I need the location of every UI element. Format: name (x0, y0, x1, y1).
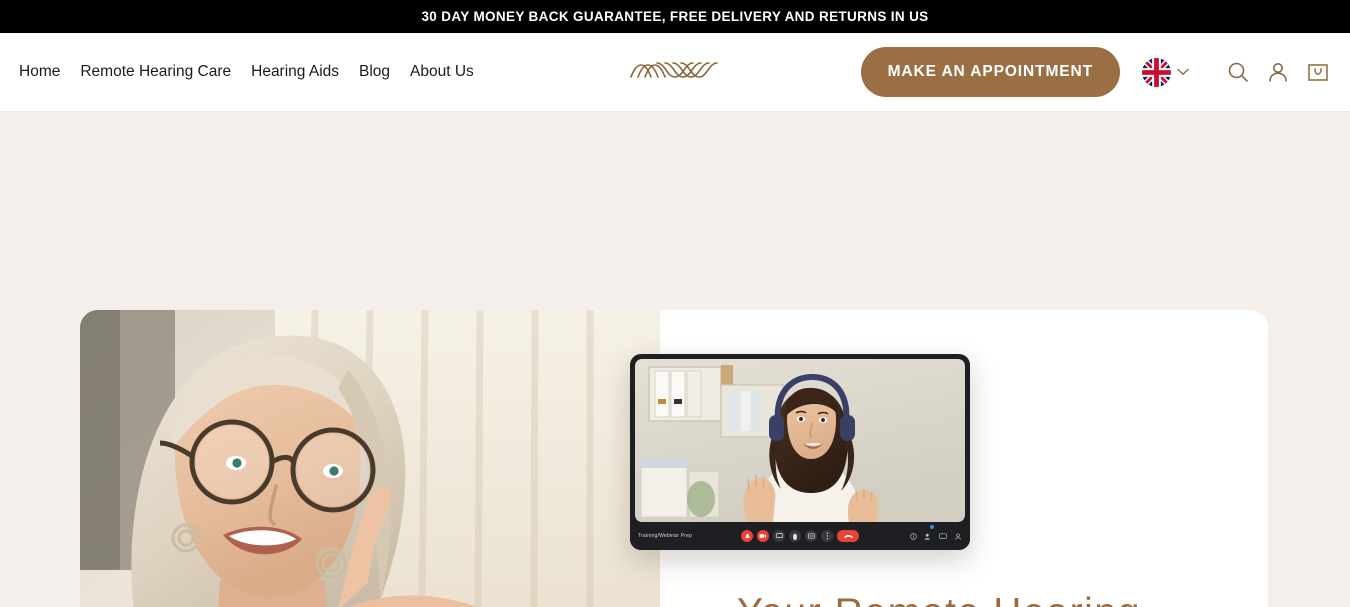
site-header: Home Remote Hearing Care Hearing Aids Bl… (0, 33, 1350, 112)
camera-off-button[interactable] (757, 530, 769, 542)
announcement-text: 30 DAY MONEY BACK GUARANTEE, FREE DELIVE… (421, 9, 929, 24)
video-call-toolbar: Training/Webinar Prep (630, 522, 970, 550)
video-call-mockup: Training/Webinar Prep (630, 354, 970, 550)
hero-text-block: Your Remote Hearing Care Provider Hearin… (737, 592, 1257, 607)
participants-icon[interactable] (924, 525, 934, 545)
video-call-right-icons (910, 525, 962, 545)
nav-item-blog[interactable]: Blog (359, 63, 390, 81)
account-icon[interactable] (1263, 57, 1293, 87)
end-call-button[interactable] (837, 530, 859, 542)
participants-badge (930, 525, 934, 529)
chevron-down-icon (1177, 68, 1189, 75)
hero-photo (80, 310, 660, 607)
captions-button[interactable] (805, 530, 817, 542)
activities-icon[interactable] (954, 532, 962, 540)
language-switcher[interactable] (1142, 57, 1189, 87)
header-actions: MAKE AN APPOINTMENT (860, 47, 1333, 97)
cart-icon[interactable] (1303, 57, 1333, 87)
raise-hand-button[interactable] (789, 530, 801, 542)
search-icon[interactable] (1223, 57, 1253, 87)
present-screen-button[interactable] (773, 530, 785, 542)
chat-icon[interactable] (939, 532, 947, 540)
more-options-button[interactable] (821, 530, 833, 542)
microphone-muted-button[interactable] (741, 530, 753, 542)
brand-wave-logo[interactable] (627, 55, 723, 89)
video-call-screen (635, 359, 965, 522)
nav-item-home[interactable]: Home (19, 63, 60, 81)
video-call-title: Training/Webinar Prep (638, 533, 692, 539)
united-kingdom-flag (1142, 57, 1171, 87)
make-an-appointment-button[interactable]: MAKE AN APPOINTMENT (860, 47, 1120, 97)
nav-item-hearing-aids[interactable]: Hearing Aids (251, 63, 339, 81)
announcement-bar: 30 DAY MONEY BACK GUARANTEE, FREE DELIVE… (0, 0, 1350, 33)
main-navigation: Home Remote Hearing Care Hearing Aids Bl… (19, 63, 474, 81)
video-call-controls (741, 530, 859, 542)
hero-heading: Your Remote Hearing Care Provider (737, 592, 1257, 607)
meeting-details-icon[interactable] (910, 532, 917, 540)
hero-section: Training/Webinar Prep (0, 112, 1350, 607)
nav-item-about-us[interactable]: About Us (410, 63, 474, 81)
nav-item-remote-hearing-care[interactable]: Remote Hearing Care (80, 63, 231, 81)
